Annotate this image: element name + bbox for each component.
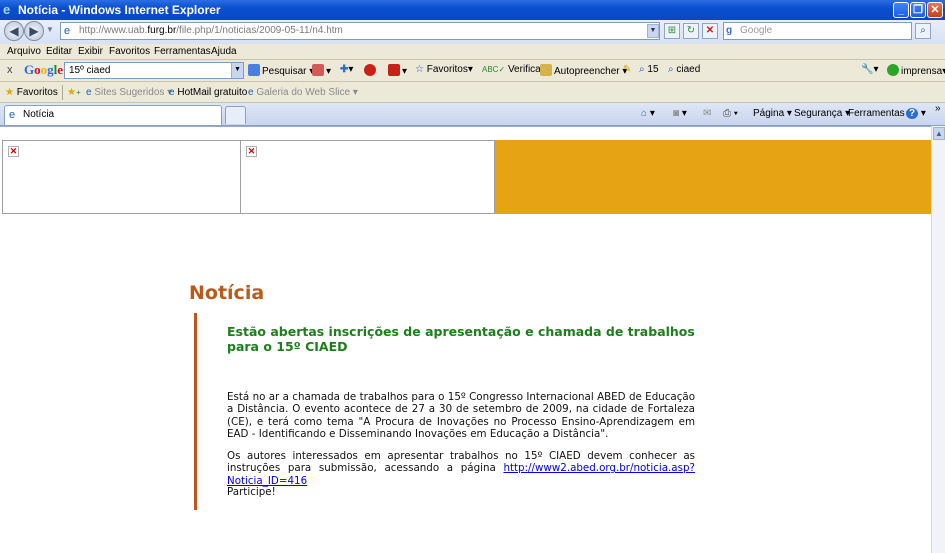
article-paragraph-2: Os autores interessados em apresentar tr… [227,450,695,487]
favorites-bar: ★ Favoritos ★+ e Sites Sugeridos ▾ e Hot… [0,82,945,103]
add-favorite-icon[interactable]: ★+ [67,87,81,98]
article-paragraph-3: Participe! [227,486,276,498]
menu-favoritos[interactable]: Favoritos [109,46,150,57]
ferramentas-label: Ferramentas [848,108,905,119]
google-logo: Google [24,62,64,77]
menu-ferramentas[interactable]: Ferramentas [154,46,211,57]
scroll-up-icon[interactable]: ▲ [933,127,945,140]
header-banner [495,140,931,214]
tab-bar: e Notícia ⌂ ▾ ◙ ▾ ✉ ⎙ ▾ Página ▾ Seguran… [0,103,945,126]
search-placeholder: Google [740,25,773,36]
autopreencher-button[interactable]: Autopreencher ▾ [540,64,627,77]
url-path: /file.php/1/noticias/2009-05-11/n4.htm [176,25,343,36]
header-image-middle: ✕ [240,140,495,214]
favoritos-menu-button[interactable]: ★ Favoritos [5,87,58,98]
search-google-icon [248,64,260,76]
page-title: Notícia [189,282,265,304]
history-dropdown-icon[interactable]: ▼ [46,25,54,34]
url-prefix: http://www.uab. [79,25,148,36]
pagina-label: Página [753,108,785,119]
minimize-button[interactable]: _ [893,2,909,18]
mail-icon[interactable]: ✉ [703,108,711,119]
search-icon[interactable]: ⌕ [915,23,931,39]
hotmail-label: HotMail gratuito [177,87,248,98]
stop-icon[interactable]: ✕ [702,23,718,39]
status-dot-icon [887,64,899,76]
menu-exibir[interactable]: Exibir [78,46,103,57]
menu-arquivo[interactable]: Arquivo [7,46,41,57]
google-search-icon: g [726,25,733,36]
url-domain: furg.br [147,25,177,36]
term-button[interactable]: ⌕ ciaed [668,64,700,75]
vertical-scrollbar[interactable]: ▲ [931,126,945,553]
galeria-label: Galeria do Web Slice [256,87,351,98]
galeria-link[interactable]: e Galeria do Web Slice ▾ [248,87,358,98]
back-button[interactable]: ◀ [4,21,24,41]
tab-label: Notícia [23,109,55,120]
forward-button[interactable]: ▶ [24,21,44,41]
ferramentas-menu[interactable]: Ferramentas ▾ [848,108,913,119]
plus-icon[interactable]: ✚▾ [340,64,353,75]
page-icon: e [9,109,16,121]
favoritos-bar-label: Favoritos [16,87,58,98]
pesquisar-label: Pesquisar [262,66,307,77]
compatibility-icon[interactable]: ⊞ [664,23,680,39]
seguranca-menu[interactable]: Segurança ▾ [794,108,850,119]
window-title: Notícia - Windows Internet Explorer [18,3,221,17]
sites-sugeridos-link[interactable]: e Sites Sugeridos ▾ [86,87,172,98]
pesquisar-button[interactable]: Pesquisar ▾ [248,64,314,77]
article-headline: Estão abertas inscrições de apresentação… [227,324,695,354]
news-icon[interactable]: ▾ [388,64,407,77]
page-content: ✕ ✕ Notícia Estão abertas inscrições de … [0,126,931,553]
favoritos-button[interactable]: ☆ Favoritos▾ [415,64,473,75]
title-bar: e Notícia - Windows Internet Explorer _ … [0,0,945,20]
page-icon: e [64,25,71,37]
pagina-menu[interactable]: Página ▾ [753,108,792,119]
imprensa-button[interactable]: imprensa▾ [887,64,945,77]
translate-icon[interactable] [364,64,378,77]
imprensa-label: imprensa [901,66,943,77]
menu-bar: Arquivo Editar Exibir Favoritos Ferramen… [0,44,945,60]
wrench-icon[interactable]: 🔧▾ [861,64,878,75]
query-dropdown-icon[interactable]: ▼ [231,63,243,78]
favoritos-label: Favoritos [426,64,468,75]
count-button[interactable]: ⌕ 15 [639,64,659,75]
separator [62,85,63,100]
tab-noticia[interactable]: e Notícia [4,105,222,125]
new-tab-button[interactable] [225,106,246,124]
sites-label: Sites Sugeridos [94,87,165,98]
address-toolbar: ◀ ▶ ▼ e http://www.uab.furg.br/file.php/… [0,20,945,44]
seguranca-label: Segurança [794,108,843,119]
broken-image-icon: ✕ [8,146,19,157]
count-label: 15 [647,64,659,75]
chevron-more-icon[interactable]: » [935,103,941,114]
google-query-value: 15º ciaed [69,65,111,76]
header-image-left: ✕ [2,140,241,214]
refresh-icon[interactable]: ↻ [683,23,699,39]
article-accent-bar [194,313,197,510]
home-button[interactable]: ⌂ ▾ [641,108,655,119]
verificar-label: Verificar [507,64,545,75]
close-button[interactable]: ✕ [927,2,943,18]
autopreencher-label: Autopreencher [554,66,620,77]
google-toolbar: x Google 15º ciaed ▼ Pesquisar ▾ ▾ ✚▾ ▾ … [0,60,945,82]
broken-image-icon: ✕ [246,146,257,157]
search-input[interactable]: g Google [723,22,912,40]
address-dropdown-icon[interactable]: ▼ [647,24,659,38]
google-query-input[interactable]: 15º ciaed ▼ [64,62,244,79]
article-paragraph-1: Está no ar a chamada de trabalhos para o… [227,391,695,441]
popup-blocker-icon[interactable]: ▾ [312,64,331,77]
print-button[interactable]: ⎙ ▾ [723,108,738,119]
feeds-icon[interactable]: ◙ ▾ [673,108,687,119]
maximize-button[interactable]: ❐ [910,2,926,18]
term-label: ciaed [676,64,701,75]
hotmail-link[interactable]: e HotMail gratuito [169,87,247,98]
help-button[interactable]: ? ▾ [906,108,926,119]
close-toolbar-icon[interactable]: x [7,64,13,76]
ie-logo-icon: e [3,2,11,17]
menu-ajuda[interactable]: Ajuda [211,46,237,57]
menu-editar[interactable]: Editar [46,46,72,57]
highlight-icon[interactable]: ✎ [623,64,631,75]
address-bar[interactable]: e http://www.uab.furg.br/file.php/1/noti… [60,22,660,40]
